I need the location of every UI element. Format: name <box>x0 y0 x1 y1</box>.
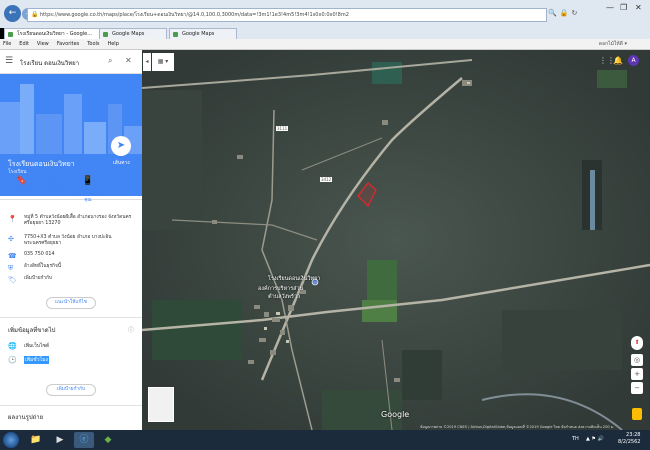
hamburger-menu-icon[interactable]: ☰ <box>5 56 13 66</box>
lock-icon: 🔒 <box>31 11 39 18</box>
pin-icon: 📍 <box>8 215 17 223</box>
close-window-button[interactable]: ✕ <box>635 3 642 12</box>
save-button[interactable]: 🔖 บันทึก <box>8 176 36 193</box>
menu-file[interactable]: File <box>0 39 14 50</box>
phone-icon: 📱 <box>82 176 94 186</box>
menu-view[interactable]: View <box>34 39 52 50</box>
system-clock[interactable]: 23:28 8/2/2562 <box>618 432 640 446</box>
url-text: https://www.google.co.th/maps/place/โรงเ… <box>40 12 349 18</box>
menu-help[interactable]: Help <box>104 39 121 50</box>
tab-google-maps-1[interactable]: Google Maps <box>99 28 167 39</box>
maps-favicon-icon <box>103 32 108 37</box>
tab-label: Google Maps <box>182 31 215 37</box>
collapse-panel-button[interactable]: ◂ <box>143 53 151 71</box>
zoom-out-button[interactable]: − <box>631 382 643 394</box>
globe-icon: 🌐 <box>8 342 17 350</box>
nearby-icon: ◎ <box>50 176 58 186</box>
app-icon[interactable]: ◆ <box>98 432 118 448</box>
layers-button[interactable]: ▦ ▾ <box>152 53 174 71</box>
tab-label: โรงเรียนดอนเงินวิทยา - Google... <box>17 31 93 37</box>
tray-icons[interactable]: ▲ ⚑ 🔊 <box>586 436 604 442</box>
directions-label[interactable]: เส้นทาง <box>113 159 130 167</box>
menu-bar-user[interactable]: ดอกไม้ให้ดี ▾ <box>596 39 630 50</box>
map-label-subdistrict[interactable]: ตำบลวังพร้าว <box>268 293 300 301</box>
search-icon[interactable]: ⌕ <box>108 56 112 66</box>
tab-label: Google Maps <box>112 31 145 37</box>
directions-button[interactable]: ➤ <box>111 136 131 156</box>
menu-bar: File Edit View Favorites Tools Help ดอกไ… <box>0 39 650 50</box>
address-bar[interactable]: 🔒 https://www.google.co.th/maps/place/โร… <box>27 8 547 22</box>
google-logo: Google <box>381 410 410 419</box>
search-box[interactable]: ☰ โรงเรียน ดอนเงินวิทยา ⌕ ✕ <box>0 50 142 74</box>
map-label-sao[interactable]: องค์การบริหารส่วน <box>258 285 303 293</box>
road-shield: 3111 <box>276 126 289 131</box>
share-icon: ⤴ <box>115 176 125 186</box>
language-indicator[interactable]: TH <box>572 436 579 442</box>
internet-explorer-icon[interactable]: ⓔ <box>74 432 94 448</box>
menu-favorites[interactable]: Favorites <box>54 39 83 50</box>
place-panel: ☰ โรงเรียน ดอนเงินวิทยา ⌕ ✕ โรงเรียนดอนเ… <box>0 50 142 430</box>
back-button[interactable]: ← <box>4 5 21 22</box>
search-input[interactable]: โรงเรียน ดอนเงินวิทยา <box>20 58 79 68</box>
satellite-imagery <box>142 50 650 430</box>
pegman-icon[interactable] <box>632 408 642 420</box>
notifications-icon[interactable]: 🔔 <box>613 56 623 65</box>
road-shield: 3412 <box>320 177 333 182</box>
bookmark-icon: 🔖 <box>16 176 28 186</box>
menu-tools[interactable]: Tools <box>84 39 102 50</box>
clock-icon: 🕒 <box>8 356 17 364</box>
file-explorer-icon[interactable]: 📁 <box>26 432 46 448</box>
nearby-button[interactable]: ◎ ใกล้เคียง <box>40 176 68 193</box>
windows-taskbar: 📁 ▶ ⓔ ◆ TH ▲ ⚑ 🔊 <box>0 430 650 450</box>
shield-icon: ⛨ <box>8 264 14 272</box>
address-bar-tools[interactable]: 🔍🔒↻ <box>548 9 580 17</box>
maps-favicon-icon <box>8 32 13 37</box>
search-icon[interactable]: 🔍 <box>548 9 560 17</box>
place-actions: 🔖 บันทึก ◎ ใกล้เคียง 📱 ส่งไปยังโทรศัพท์ข… <box>0 170 142 203</box>
browser-titlebar: ← → 🔒 https://www.google.co.th/maps/plac… <box>0 0 650 28</box>
send-to-phone-button[interactable]: 📱 ส่งไปยังโทรศัพท์ของคุณ <box>74 176 102 203</box>
photos-title: ผลงานรูปถ่าย <box>8 414 44 421</box>
clear-search-icon[interactable]: ✕ <box>125 56 132 65</box>
zoom-in-button[interactable]: + <box>631 368 643 380</box>
label-icon: 🏷 <box>8 276 17 284</box>
phone-call-icon: ☎ <box>8 252 17 260</box>
divider <box>0 317 142 318</box>
maps-favicon-icon <box>173 32 178 37</box>
tab-google-maps-2[interactable]: Google Maps <box>169 28 237 39</box>
satellite-map[interactable]: ⬆ ◎ + − <box>142 50 650 430</box>
compass-icon[interactable]: ⬆ <box>631 336 643 350</box>
suggest-edit-button[interactable]: แนะนำให้แก้ไข <box>46 297 96 309</box>
media-player-icon[interactable]: ▶ <box>50 432 70 448</box>
lock-icon: 🔒 <box>559 9 572 17</box>
browser-tabs: โรงเรียนดอนเงินวิทยา - Google...✕ Google… <box>4 28 650 39</box>
missing-info-title: เพิ่มข้อมูลที่ขาดไป <box>8 327 56 334</box>
refresh-icon[interactable]: ↻ <box>571 9 580 17</box>
minimize-button[interactable]: — <box>606 3 614 12</box>
plus-code-icon: ✣ <box>8 235 14 243</box>
maximize-button[interactable]: ❐ <box>620 3 627 12</box>
add-label-button[interactable]: เพิ่มป้ายกำกับ <box>46 384 96 396</box>
menu-edit[interactable]: Edit <box>16 39 32 50</box>
tab-maps-place[interactable]: โรงเรียนดอนเงินวิทยา - Google...✕ <box>4 28 108 39</box>
account-avatar[interactable]: A <box>628 55 639 66</box>
divider <box>0 405 142 406</box>
share-button[interactable]: ⤴ แชร์ <box>106 176 134 193</box>
map-type-thumbnail[interactable] <box>148 387 174 422</box>
map-label-school[interactable]: โรงเรียนดอนเงินวิทยา <box>268 275 320 283</box>
help-icon[interactable]: ⓘ <box>128 325 134 334</box>
my-location-button[interactable]: ◎ <box>631 354 643 366</box>
start-button[interactable] <box>3 432 19 448</box>
